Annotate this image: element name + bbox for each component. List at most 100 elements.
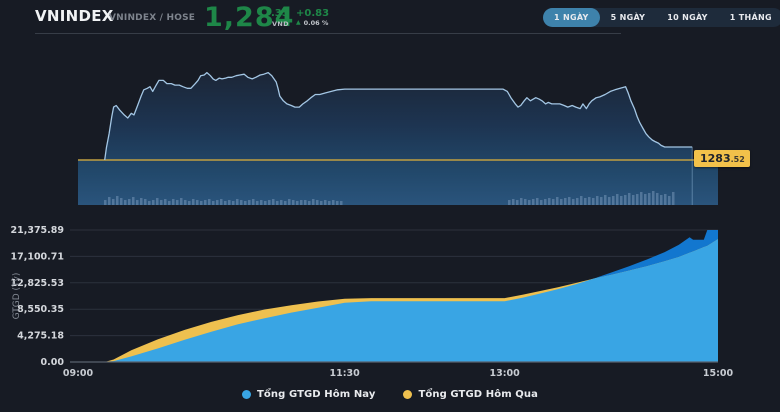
volume-bar: [664, 194, 667, 205]
legend-item-today[interactable]: Tổng GTGD Hôm Nay: [242, 389, 375, 400]
y-tick-label: 0.00: [41, 357, 65, 368]
volume-bar: [280, 200, 283, 205]
volume-bar: [160, 200, 163, 205]
volume-bar: [180, 198, 183, 205]
volume-bar: [656, 193, 659, 205]
gtgd-legend: Tổng GTGD Hôm Nay Tổng GTGD Hôm Qua: [0, 389, 780, 400]
volume-bar: [208, 199, 211, 205]
volume-bar: [132, 197, 135, 205]
volume-bar: [600, 197, 603, 205]
volume-bar: [556, 197, 559, 205]
volume-bar: [536, 198, 539, 205]
volume-bar: [196, 200, 199, 205]
volume-bar: [316, 200, 319, 205]
volume-bar: [200, 201, 203, 205]
volume-bar: [512, 199, 515, 205]
volume-bar: [248, 200, 251, 205]
volume-bar: [300, 200, 303, 205]
volume-bar: [520, 198, 523, 205]
volume-bar: [580, 196, 583, 205]
y-axis-title: GTGD (Tỷ): [12, 273, 22, 320]
volume-bar: [540, 200, 543, 205]
volume-bar: [340, 201, 343, 205]
legend-label-yesterday: Tổng GTGD Hôm Qua: [418, 389, 538, 400]
volume-bar: [120, 198, 123, 205]
volume-bar: [564, 198, 567, 205]
volume-bar: [264, 201, 267, 205]
price-area-fill: [104, 72, 693, 205]
volume-bar: [212, 201, 215, 205]
volume-bar: [648, 193, 651, 205]
volume-bar: [184, 200, 187, 205]
volume-bar: [612, 196, 615, 205]
legend-label-today: Tổng GTGD Hôm Nay: [257, 389, 376, 400]
volume-bar: [596, 196, 599, 205]
volume-bar: [572, 199, 575, 205]
y-tick-label: 4,275.18: [17, 331, 64, 342]
volume-bar: [284, 201, 287, 205]
volume-bar: [544, 199, 547, 205]
volume-bar: [548, 198, 551, 205]
x-tick-label: 09:00: [63, 368, 94, 379]
volume-bar: [152, 200, 155, 205]
volume-bar: [312, 199, 315, 205]
volume-bar: [192, 199, 195, 205]
volume-bar: [276, 201, 279, 205]
volume-bar: [204, 200, 207, 205]
volume-bar: [260, 200, 263, 205]
volume-bar: [140, 198, 143, 205]
volume-bar: [320, 201, 323, 205]
volume-bar: [176, 200, 179, 205]
volume-bar: [640, 192, 643, 205]
volume-bar: [296, 201, 299, 205]
ref-price-decimals: .52: [730, 155, 745, 164]
volume-bar: [236, 199, 239, 205]
volume-bar: [588, 197, 591, 205]
volume-bar: [188, 201, 191, 205]
volume-bar: [228, 200, 231, 205]
volume-bar: [652, 191, 655, 205]
volume-bar: [608, 197, 611, 205]
volume-bar: [516, 200, 519, 205]
volume-bar: [584, 198, 587, 205]
charts-canvas: 21,375.8917,100.7112,825.538,550.354,275…: [11, 71, 734, 379]
volume-bar: [524, 199, 527, 205]
volume-bar: [592, 198, 595, 205]
volume-bar: [224, 201, 227, 205]
x-tick-label: 13:00: [490, 368, 521, 379]
volume-bar: [288, 199, 291, 205]
volume-bar: [324, 200, 327, 205]
volume-bar: [148, 201, 151, 205]
x-tick-label: 15:00: [703, 368, 734, 379]
volume-bar: [632, 195, 635, 205]
volume-bar: [636, 194, 639, 205]
volume-bar: [216, 200, 219, 205]
volume-bar: [104, 200, 107, 205]
legend-item-yesterday[interactable]: Tổng GTGD Hôm Qua: [403, 389, 538, 400]
volume-bar: [660, 195, 663, 205]
volume-bar: [220, 199, 223, 205]
volume-bar: [108, 197, 111, 205]
volume-bar: [336, 201, 339, 205]
volume-bar: [308, 201, 311, 205]
volume-bar: [112, 199, 115, 205]
volume-bar: [644, 194, 647, 205]
volume-bar: [172, 199, 175, 205]
volume-bar: [568, 197, 571, 205]
volume-bar: [136, 200, 139, 205]
y-tick-label: 21,375.89: [11, 225, 65, 236]
volume-bar: [124, 200, 127, 205]
volume-bar: [668, 196, 671, 205]
y-tick-label: 8,550.35: [17, 304, 64, 315]
y-tick-label: 17,100.71: [11, 251, 65, 262]
volume-bar: [616, 194, 619, 205]
volume-bar: [552, 199, 555, 205]
yesterday-dot-icon: [403, 390, 413, 399]
volume-bar: [672, 192, 675, 205]
volume-bar: [168, 201, 171, 205]
volume-bar: [116, 196, 119, 205]
volume-bar: [252, 199, 255, 205]
volume-bar: [292, 200, 295, 205]
today-dot-icon: [242, 390, 251, 399]
volume-bar: [244, 201, 247, 205]
